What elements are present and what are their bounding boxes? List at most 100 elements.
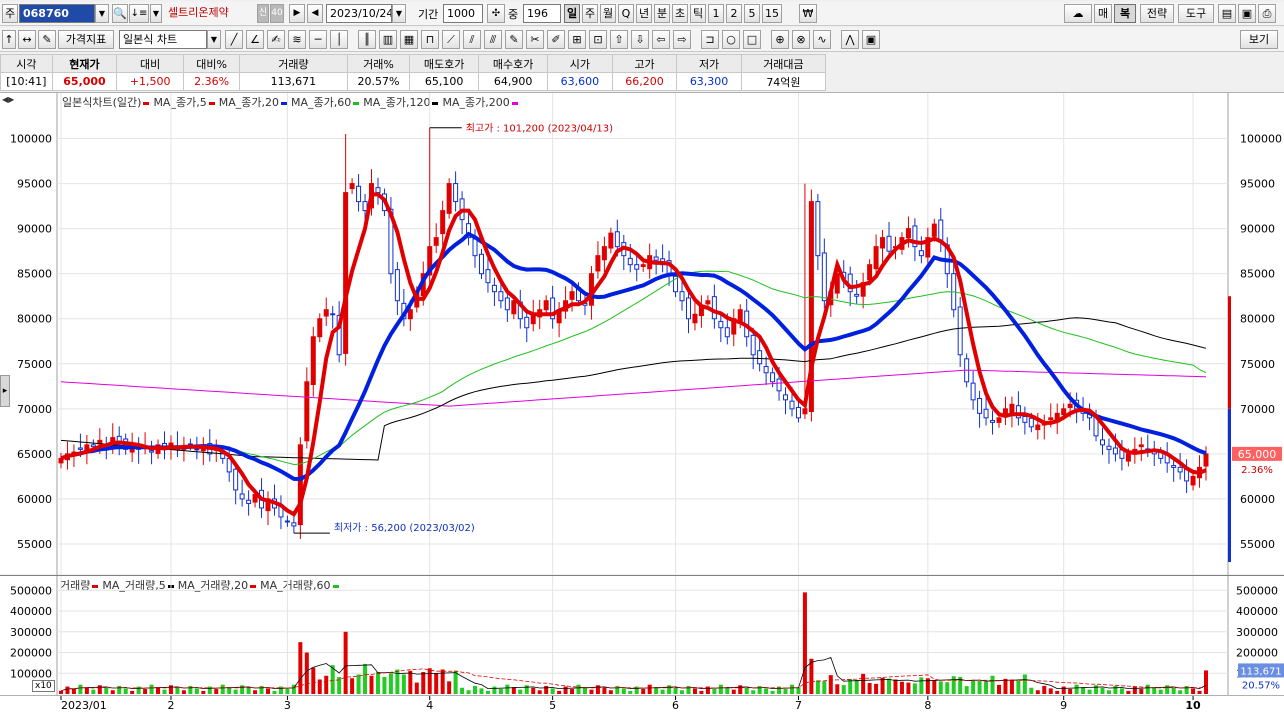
volume-bar	[1191, 688, 1196, 694]
right-arrow-icon[interactable]: ⇨	[673, 30, 691, 49]
folder-icon[interactable]: ▤	[1218, 4, 1236, 23]
volume-bar	[912, 683, 917, 694]
timeframe-2-button[interactable]: 월	[600, 4, 616, 23]
up-arrow-icon[interactable]: ⇧	[610, 30, 628, 49]
pen-icon[interactable]: ✍	[267, 30, 285, 49]
rectangle-icon[interactable]: □	[743, 30, 761, 49]
scissors-icon[interactable]: ✂	[526, 30, 544, 49]
volume-bar	[557, 690, 562, 694]
candle-body	[1125, 453, 1131, 462]
timeframe-0-button[interactable]: 일	[564, 4, 580, 23]
fibonacci-icon[interactable]: ≋	[288, 30, 306, 49]
arrow-up-icon[interactable]: ↑	[2, 30, 16, 49]
period-input[interactable]: 1000	[443, 4, 483, 23]
badge-new: 신	[257, 4, 269, 23]
timeframe-3-button[interactable]: Q	[618, 4, 634, 23]
stamp-icon[interactable]: ▣	[862, 30, 880, 49]
market-select-button[interactable]: 주	[2, 4, 18, 23]
play-back-icon[interactable]: ◀	[307, 4, 323, 23]
low-annotation: 최저가 : 56,200 (2023/03/02)	[334, 522, 475, 534]
gann-icon[interactable]: ⊓	[421, 30, 439, 49]
left-arrow-icon[interactable]: ⇦	[652, 30, 670, 49]
timeframe-8-button[interactable]: 1	[708, 4, 724, 23]
crosshair-icon[interactable]: ✣	[487, 4, 505, 23]
cloud-icon[interactable]: ☁	[1064, 4, 1092, 23]
volume-bar	[259, 685, 264, 694]
volume-bar	[317, 679, 322, 694]
tools-button[interactable]: 도구	[1178, 4, 1214, 23]
list-dropdown-icon[interactable]: ▼	[150, 4, 162, 23]
box-grid-icon[interactable]: ⊞	[568, 30, 586, 49]
peak-icon[interactable]: ⋀	[841, 30, 859, 49]
candle-body	[802, 408, 808, 415]
circle-icon[interactable]: ○	[722, 30, 740, 49]
play-forward-icon[interactable]: ▶	[289, 4, 305, 23]
candle-body	[1067, 403, 1073, 408]
view-button[interactable]: 보기	[1240, 30, 1278, 49]
quote-header-7: 매수호가	[478, 54, 549, 73]
price-chart-panel[interactable]: ◀▶ 일본식차트(일간) MA_종가,5 MA_종가,20 MA_종가,60 MA_종가…	[0, 92, 1284, 575]
x-tick-label: 2023/01	[61, 699, 107, 712]
arrows-horizontal-icon[interactable]: ↔	[18, 30, 36, 49]
timeframe-6-button[interactable]: 초	[672, 4, 688, 23]
frame-icon[interactable]: ⊡	[589, 30, 607, 49]
vline-icon[interactable]: │	[330, 30, 348, 49]
volume-bar	[757, 685, 762, 694]
scale-button[interactable]: x10	[32, 680, 55, 692]
ray-icon[interactable]: ⟋	[442, 30, 460, 49]
timeframe-1-button[interactable]: 주	[582, 4, 598, 23]
timeframe-5-button[interactable]: 분	[654, 4, 670, 23]
timeframe-7-button[interactable]: 틱	[690, 4, 706, 23]
pencil-icon[interactable]: ✎	[505, 30, 523, 49]
search-icon[interactable]: 🔍	[112, 4, 128, 23]
hline-icon[interactable]: ─	[309, 30, 327, 49]
timeframe-9-button[interactable]: 2	[726, 4, 742, 23]
volume-bar	[893, 679, 898, 694]
bracket-icon[interactable]: ⊐	[701, 30, 719, 49]
edit-icon[interactable]: ✎	[38, 30, 56, 49]
sort-icon[interactable]: ↓≡	[129, 4, 149, 23]
duplicate-button[interactable]: 복	[1114, 4, 1136, 23]
quote-value-11: 74억원	[740, 72, 827, 91]
print-icon[interactable]: ⎙	[1258, 4, 1276, 23]
timeframe-4-button[interactable]: 년	[636, 4, 652, 23]
volume-bar	[1126, 690, 1131, 694]
angle-icon[interactable]: ∠	[246, 30, 264, 49]
strategy-button[interactable]: 전략	[1140, 4, 1174, 23]
buy-button[interactable]: 매	[1094, 4, 1112, 23]
date-dropdown-icon[interactable]: ▼	[392, 4, 406, 23]
down-arrow-icon[interactable]: ⇩	[631, 30, 649, 49]
zoom-out-icon[interactable]: ⊗	[792, 30, 810, 49]
stock-code-input[interactable]: 068760	[19, 4, 95, 23]
trendline-icon[interactable]: ╱	[225, 30, 243, 49]
volume-bar	[162, 689, 167, 694]
zoom-in-icon[interactable]: ⊕	[771, 30, 789, 49]
save-icon[interactable]: ▣	[1238, 4, 1256, 23]
wave-icon[interactable]: ∿	[813, 30, 831, 49]
volume-bar	[1184, 685, 1189, 694]
volume-chart-svg[interactable]: 1000001000002000002000003000003000004000…	[0, 576, 1284, 696]
volume-bar	[841, 685, 846, 694]
chart-type-select[interactable]: 일본식 차트	[119, 30, 207, 49]
grid2-icon[interactable]: ▦	[400, 30, 418, 49]
volume-bar	[764, 688, 769, 694]
timeframe-10-button[interactable]: 5	[744, 4, 760, 23]
side-panel-toggle-icon[interactable]: ▸	[0, 375, 10, 407]
indicator-button[interactable]: 가격지표	[58, 30, 114, 49]
zoom-input[interactable]: 196	[523, 4, 561, 23]
channel-icon[interactable]: ║	[358, 30, 376, 49]
won-sign-icon[interactable]: ₩	[799, 4, 817, 23]
chart-type-dropdown-icon[interactable]: ▼	[207, 30, 221, 49]
code-dropdown-icon[interactable]: ▼	[95, 4, 109, 23]
price-chart-svg[interactable]: 5500055000600006000065000650007000070000…	[0, 93, 1284, 575]
text-icon[interactable]: ✐	[547, 30, 565, 49]
timeframe-11-button[interactable]: 15	[762, 4, 782, 23]
parallel-icon[interactable]: ⫽	[463, 30, 481, 49]
grid1-icon[interactable]: ▥	[379, 30, 397, 49]
volume-bar	[660, 689, 665, 694]
volume-chart-panel[interactable]: 거래량MA_거래량,5MA_거래량,20MA_거래량,60 1000001000…	[0, 575, 1284, 696]
volume-bar	[253, 690, 258, 694]
date-input[interactable]: 2023/10/24	[326, 4, 392, 23]
parallel2-icon[interactable]: ⫻	[484, 30, 502, 49]
volume-bar	[1165, 685, 1170, 694]
